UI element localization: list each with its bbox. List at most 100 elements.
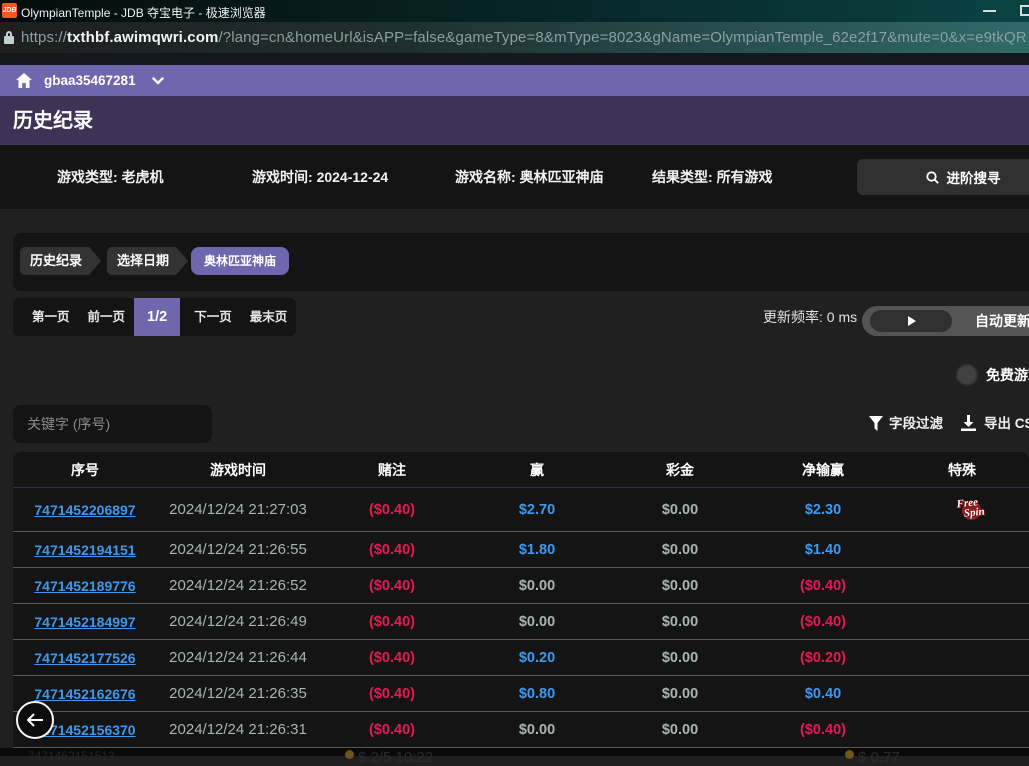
filter-game-time-value: 2024-12-24 [317, 169, 389, 185]
page-first[interactable]: 第一页 [23, 298, 79, 336]
filter-fields-icon [869, 416, 883, 431]
footer-dim-left: 7471452151513 [28, 749, 115, 763]
col-header-net: 净输赢 [751, 460, 895, 480]
round-id-link[interactable]: 7471452177526 [34, 650, 135, 666]
bet-amount: ($0.40) [369, 502, 415, 518]
breadcrumb: 历史纪录 选择日期 奥林匹亚神庙 [13, 233, 1029, 291]
bet-amount: ($0.40) [369, 686, 415, 702]
win-amount: $0.00 [519, 722, 555, 738]
pagination: 第一页 前一页 1/2 下一页 最末页 [13, 298, 296, 336]
round-id-link[interactable]: 7471452184997 [34, 614, 135, 630]
export-csv-button[interactable]: 导出 CSV [984, 410, 1029, 438]
footer-bar: 7471452151513 $ 2/5 10:22 $ 0.77 [0, 748, 1029, 756]
window-gap [0, 53, 1029, 65]
bet-amount: ($0.40) [369, 722, 415, 738]
filter-result-type-value: 所有游戏 [717, 169, 773, 185]
jackpot-amount: $0.00 [662, 722, 698, 738]
page-current: 1/2 [134, 298, 180, 336]
win-amount: $1.80 [519, 542, 555, 558]
footer-dim-right: $ 0.77 [858, 749, 900, 766]
auto-refresh-label: 自动更新 [975, 306, 1029, 336]
table-header-row: 序号 游戏时间 赌注 赢 彩金 净输赢 特殊 [13, 452, 1029, 488]
footer-coin-icon-2 [845, 750, 854, 759]
round-time: 2024/12/24 21:27:03 [169, 501, 307, 518]
round-time: 2024/12/24 21:26:55 [169, 541, 307, 558]
footer-coin-icon [345, 750, 354, 759]
filter-game-name: 游戏名称: 奥林匹亚神庙 [455, 145, 604, 209]
back-arrow-icon [26, 713, 44, 727]
win-amount: $0.00 [519, 614, 555, 630]
jackpot-amount: $0.00 [662, 614, 698, 630]
keyword-search-input[interactable] [13, 405, 212, 443]
filter-game-type: 游戏类型: 老虎机 [57, 145, 164, 209]
filter-game-time: 游戏时间: 2024-12-24 [252, 145, 388, 209]
bet-amount: ($0.40) [369, 578, 415, 594]
col-header-bet: 赌注 [319, 460, 465, 480]
footer-dim-mid: $ 2/5 10:22 [358, 749, 433, 766]
round-time: 2024/12/24 21:26:52 [169, 577, 307, 594]
col-header-win: 赢 [465, 460, 609, 480]
jackpot-amount: $0.00 [662, 578, 698, 594]
win-amount: $0.00 [519, 578, 555, 594]
filter-result-type: 结果类型: 所有游戏 [652, 145, 773, 209]
table-row: 7471452206897 2024/12/24 21:27:03 ($0.40… [13, 488, 1029, 532]
account-username[interactable]: gbaa35467281 [44, 65, 136, 96]
net-amount: ($0.40) [800, 722, 846, 738]
round-time: 2024/12/24 21:26:44 [169, 649, 307, 666]
auto-refresh-knob[interactable] [870, 310, 952, 332]
advanced-search-button[interactable]: 进阶搜寻 [857, 159, 1029, 195]
col-header-time: 游戏时间 [157, 460, 319, 480]
url-text: https://txthbf.awimqwri.com/?lang=cn&hom… [21, 22, 1027, 53]
round-id-link[interactable]: 7471452162676 [34, 686, 135, 702]
auto-refresh-toggle[interactable]: 自动更新 [862, 306, 1029, 336]
free-game-label: 免费游戏 [986, 363, 1029, 387]
breadcrumb-game[interactable]: 奥林匹亚神庙 [191, 247, 289, 275]
chevron-down-icon[interactable] [152, 77, 164, 85]
breadcrumb-date[interactable]: 选择日期 [107, 247, 188, 275]
round-id-link[interactable]: 7471452206897 [34, 502, 135, 518]
round-time: 2024/12/24 21:26:31 [169, 721, 307, 738]
refresh-rate-label: 更新频率: 0 ms [763, 298, 857, 336]
url-domain: txthbf.awimqwri.com [67, 29, 218, 46]
filter-game-name-value: 奥林匹亚神庙 [520, 169, 604, 185]
back-button[interactable] [16, 701, 54, 739]
col-header-id: 序号 [13, 460, 157, 480]
bet-amount: ($0.40) [369, 542, 415, 558]
round-id-link[interactable]: 7471452189776 [34, 578, 135, 594]
history-table: 序号 游戏时间 赌注 赢 彩金 净输赢 特殊 7471452206897 202… [13, 452, 1029, 748]
page-last[interactable]: 最末页 [241, 298, 297, 336]
jackpot-amount: $0.00 [662, 686, 698, 702]
round-id-link[interactable]: 7471452194151 [34, 542, 135, 558]
jackpot-amount: $0.00 [662, 650, 698, 666]
play-icon [908, 316, 916, 326]
account-bar: gbaa35467281 [0, 65, 1029, 96]
refresh-rate-value: 0 ms [827, 309, 857, 325]
net-amount: ($0.40) [800, 578, 846, 594]
net-amount: ($0.20) [800, 650, 846, 666]
table-row: 7471452156370 2024/12/24 21:26:31 ($0.40… [13, 712, 1029, 748]
net-amount: ($0.40) [800, 614, 846, 630]
minimize-button[interactable] [983, 10, 996, 12]
page-prev[interactable]: 前一页 [79, 298, 135, 336]
page-title-band: 历史纪录 [0, 96, 1029, 145]
round-time: 2024/12/24 21:26:35 [169, 685, 307, 702]
filter-fields-button[interactable]: 字段过滤 [889, 410, 943, 438]
maximize-button[interactable] [1020, 5, 1029, 16]
address-bar[interactable]: https://txthbf.awimqwri.com/?lang=cn&hom… [0, 22, 1029, 53]
page-next[interactable]: 下一页 [185, 298, 241, 336]
jackpot-amount: $0.00 [662, 502, 698, 518]
win-amount: $2.70 [519, 502, 555, 518]
breadcrumb-history[interactable]: 历史纪录 [20, 247, 101, 275]
url-scheme: https:// [21, 29, 67, 46]
browser-title-bar: JDB OlympianTemple - JDB 夺宝电子 - 极速浏览器 [0, 0, 1029, 22]
lock-icon-body [4, 36, 14, 44]
jackpot-amount: $0.00 [662, 542, 698, 558]
bet-amount: ($0.40) [369, 650, 415, 666]
filter-result-type-label: 结果类型: [652, 169, 713, 185]
col-header-special: 特殊 [895, 460, 1029, 480]
filter-bar: 游戏类型: 老虎机 游戏时间: 2024-12-24 游戏名称: 奥林匹亚神庙 … [0, 145, 1029, 209]
round-time: 2024/12/24 21:26:49 [169, 613, 307, 630]
free-game-toggle[interactable] [956, 364, 978, 386]
home-icon[interactable] [16, 73, 32, 88]
advanced-search-label: 进阶搜寻 [947, 167, 1001, 187]
